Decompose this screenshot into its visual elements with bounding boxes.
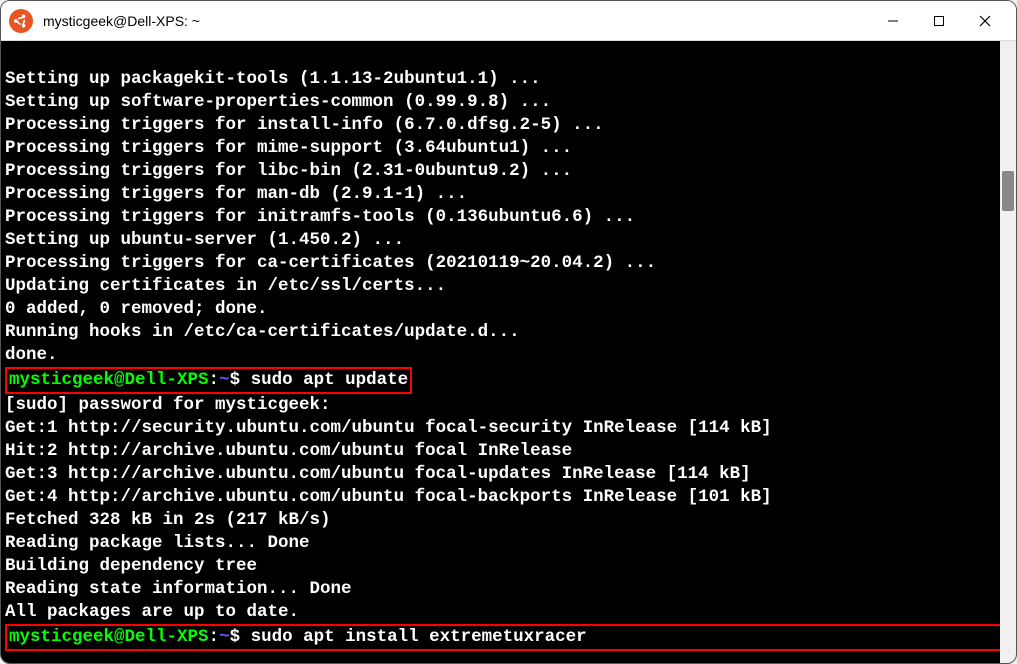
terminal-content: Setting up packagekit-tools (1.1.13-2ubu… (5, 45, 1016, 651)
output-line: done. (5, 344, 1016, 367)
maximize-button[interactable] (916, 5, 962, 37)
output-line: Reading package lists... Done (5, 532, 1016, 555)
output-line: Fetched 328 kB in 2s (217 kB/s) (5, 509, 1016, 532)
prompt-line-1: mysticgeek@Dell-XPS:~$ sudo apt update (5, 367, 1016, 394)
output-line: Get:4 http://archive.ubuntu.com/ubuntu f… (5, 486, 1016, 509)
highlight-command-1: mysticgeek@Dell-XPS:~$ sudo apt update (5, 367, 412, 394)
output-line: Processing triggers for ca-certificates … (5, 252, 1016, 275)
output-line: Processing triggers for initramfs-tools … (5, 206, 1016, 229)
prompt-dollar: $ (230, 627, 241, 647)
titlebar[interactable]: mysticgeek@Dell-XPS: ~ (1, 1, 1016, 41)
close-button[interactable] (962, 5, 1008, 37)
output-line: Processing triggers for man-db (2.9.1-1)… (5, 183, 1016, 206)
output-line: [sudo] password for mysticgeek: (5, 394, 1016, 417)
prompt-user: mysticgeek@Dell-XPS (9, 370, 209, 390)
output-line: Setting up ubuntu-server (1.450.2) ... (5, 229, 1016, 252)
terminal-area[interactable]: Setting up packagekit-tools (1.1.13-2ubu… (1, 41, 1016, 663)
output-line: Reading state information... Done (5, 578, 1016, 601)
terminal-window: mysticgeek@Dell-XPS: ~ Setting up packag… (0, 0, 1017, 664)
output-line: Updating certificates in /etc/ssl/certs.… (5, 275, 1016, 298)
scrollbar-track[interactable] (1000, 41, 1016, 663)
output-line: Building dependency tree (5, 555, 1016, 578)
output-line: Get:1 http://security.ubuntu.com/ubuntu … (5, 417, 1016, 440)
output-line: All packages are up to date. (5, 601, 1016, 624)
prompt-colon: : (209, 627, 220, 647)
prompt-path: ~ (219, 627, 230, 647)
prompt-path: ~ (219, 370, 230, 390)
output-line: Running hooks in /etc/ca-certificates/up… (5, 321, 1016, 344)
ubuntu-icon (9, 9, 33, 33)
output-line: Processing triggers for install-info (6.… (5, 114, 1016, 137)
highlight-command-2: mysticgeek@Dell-XPS:~$ sudo apt install … (5, 624, 1016, 651)
output-line: Processing triggers for mime-support (3.… (5, 137, 1016, 160)
output-line: Processing triggers for libc-bin (2.31-0… (5, 160, 1016, 183)
command-2: sudo apt install extremetuxracer (240, 627, 587, 647)
minimize-button[interactable] (870, 5, 916, 37)
window-controls (870, 5, 1008, 37)
scrollbar-thumb[interactable] (1002, 171, 1014, 211)
output-line: Setting up software-properties-common (0… (5, 91, 1016, 114)
output-line: Hit:2 http://archive.ubuntu.com/ubuntu f… (5, 440, 1016, 463)
prompt-dollar: $ (230, 370, 241, 390)
output-line: 0 added, 0 removed; done. (5, 298, 1016, 321)
prompt-user: mysticgeek@Dell-XPS (9, 627, 209, 647)
prompt-colon: : (209, 370, 220, 390)
output-line: Setting up packagekit-tools (1.1.13-2ubu… (5, 68, 1016, 91)
command-1: sudo apt update (240, 370, 408, 390)
prompt-line-2: mysticgeek@Dell-XPS:~$ sudo apt install … (5, 624, 1016, 651)
window-title: mysticgeek@Dell-XPS: ~ (43, 13, 870, 29)
output-line: Get:3 http://archive.ubuntu.com/ubuntu f… (5, 463, 1016, 486)
